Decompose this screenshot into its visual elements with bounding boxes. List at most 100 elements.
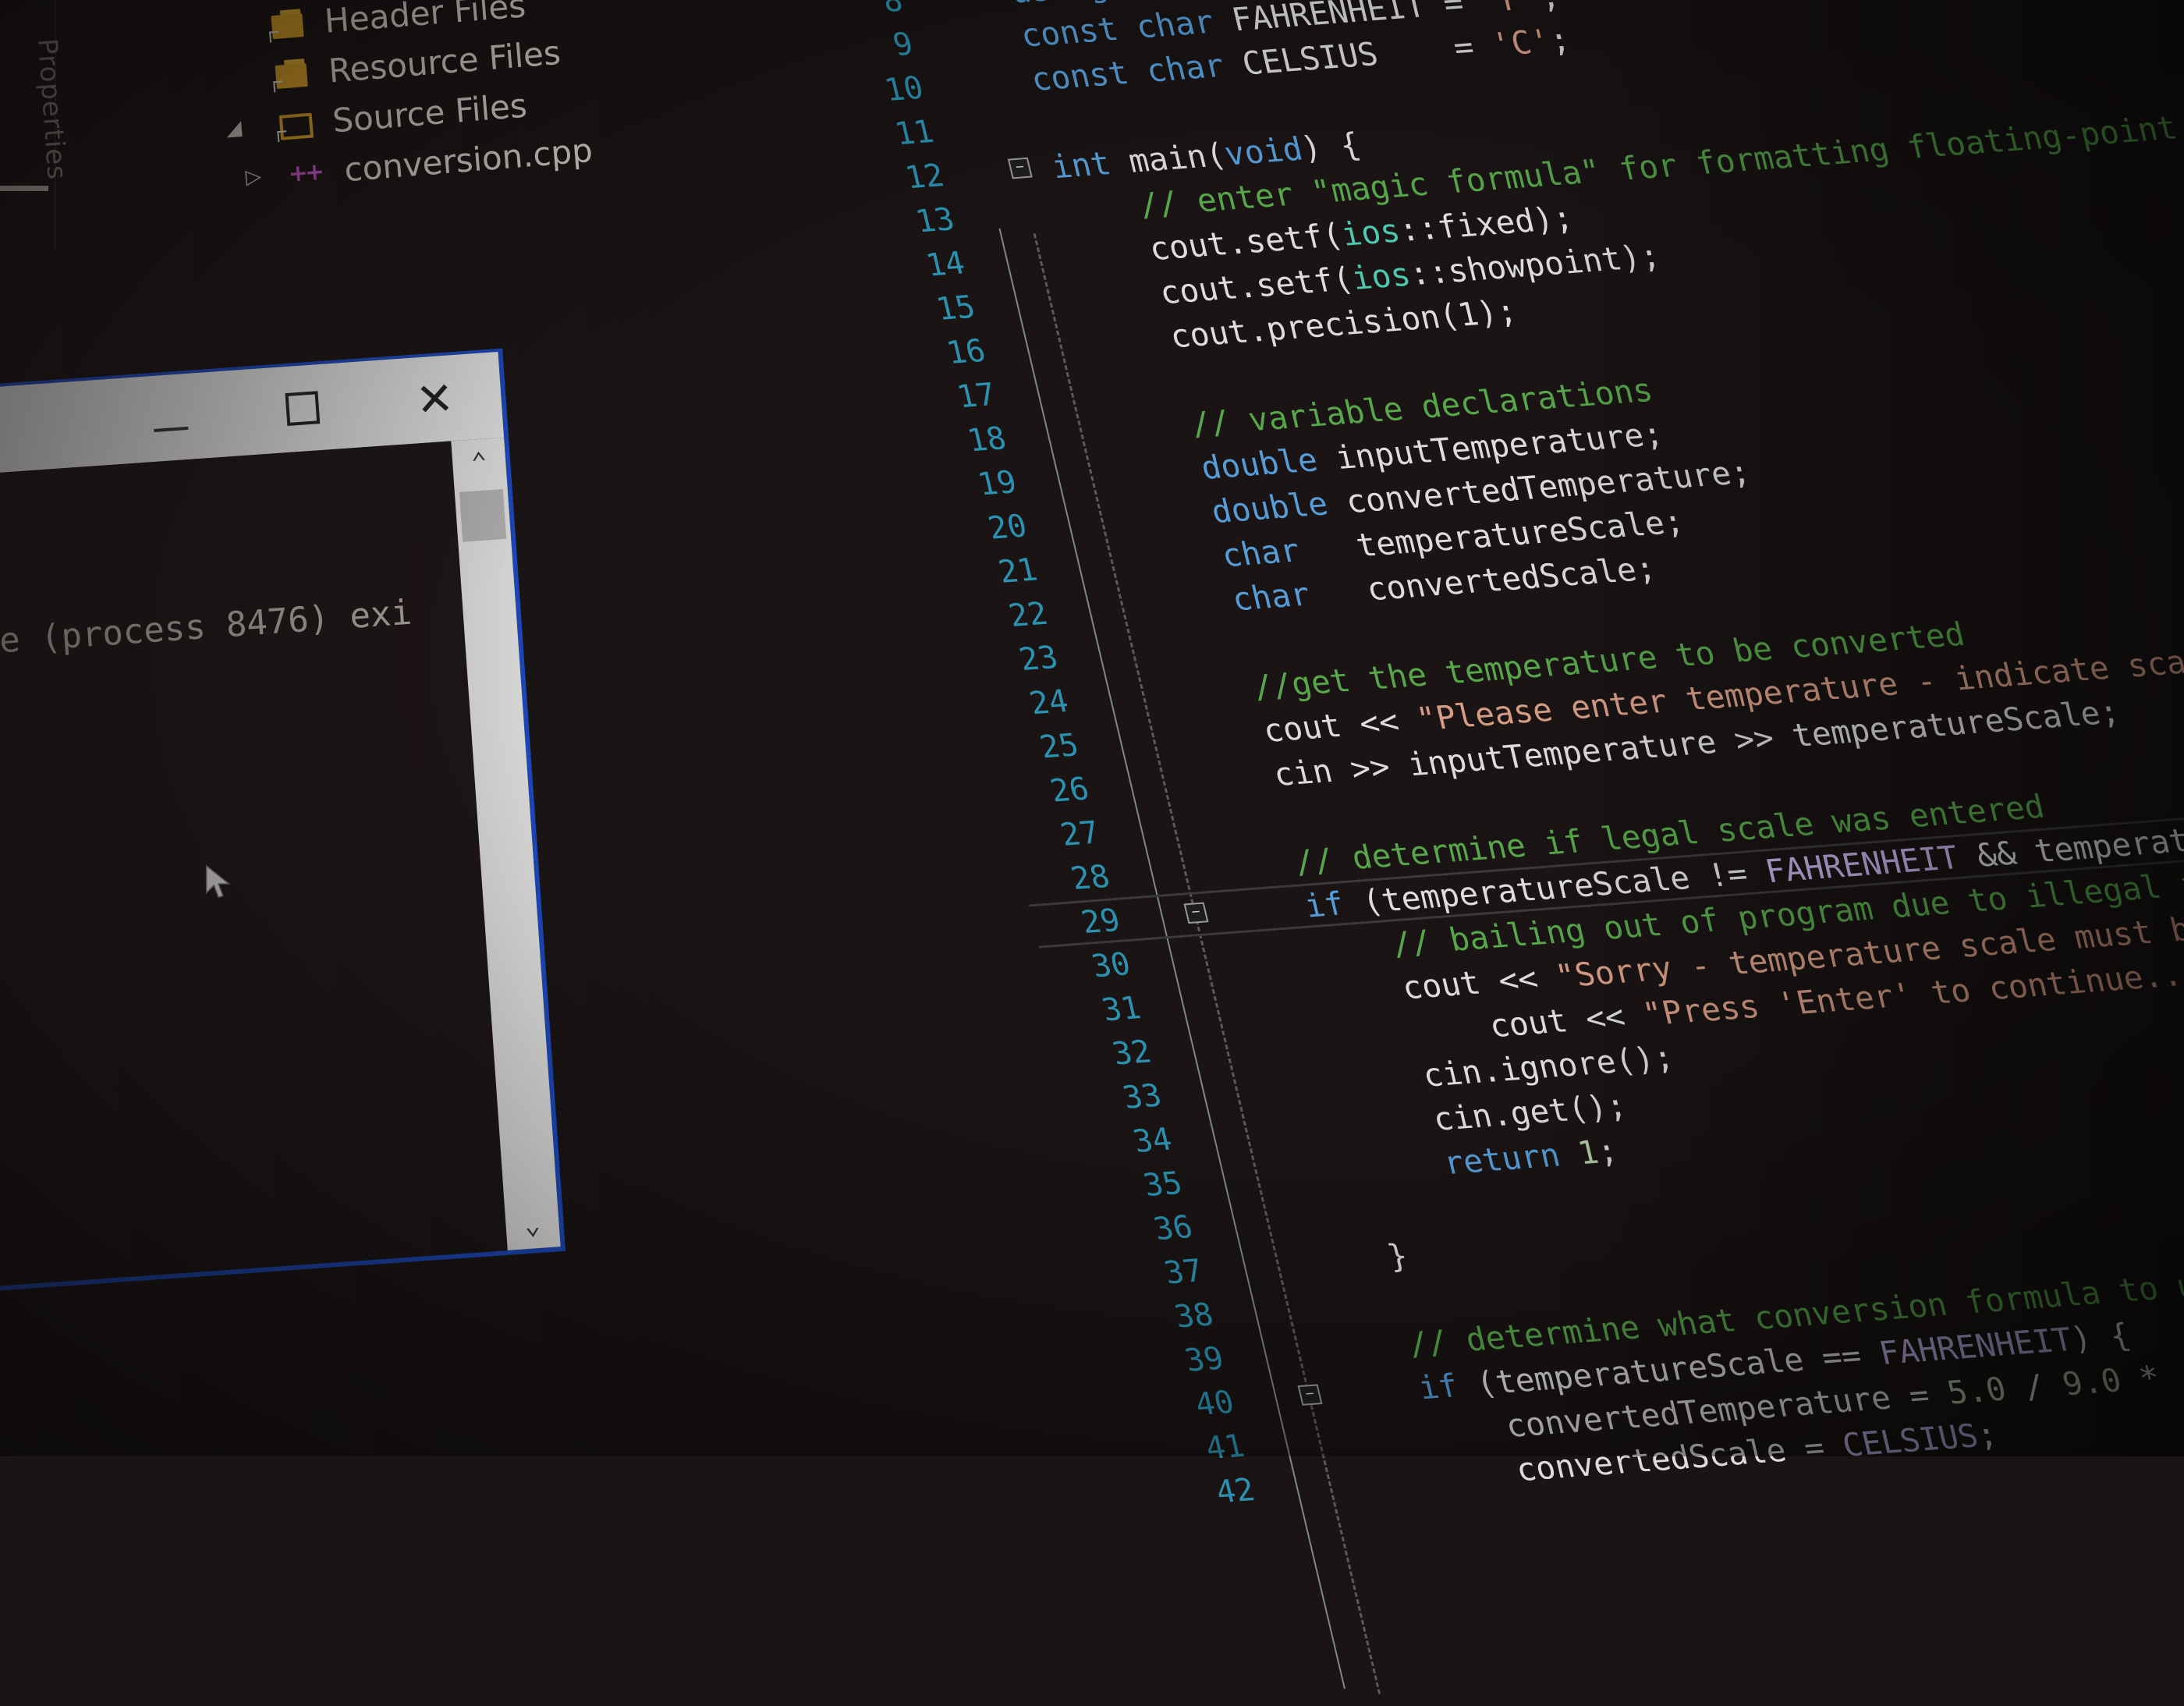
fold-gutter [1135, 715, 1192, 762]
code-token-plain: ) { [1297, 125, 1364, 167]
fold-gutter [1021, 232, 1078, 280]
fold-gutter [1052, 364, 1109, 412]
collapse-arrow-icon[interactable]: ◢ [190, 113, 278, 144]
console-window[interactable]: ✕ xe (process 8476) exi ⌃ ⌄ [0, 348, 566, 1293]
code-token-plain: / [2001, 1365, 2068, 1407]
line-number: 29 [1077, 902, 1124, 941]
code-token-kw: int [1048, 142, 1134, 186]
line-number: 20 [984, 508, 1031, 547]
fold-gutter [1259, 1240, 1316, 1288]
fold-gutter [1145, 758, 1202, 806]
code-token-macro: CELSIUS [1838, 1416, 1982, 1464]
line-number: 14 [922, 245, 969, 284]
line-number: 25 [1036, 726, 1083, 765]
fold-gutter [1011, 189, 1068, 236]
line-number: 19 [973, 463, 1020, 502]
properties-tab-marker [0, 186, 48, 191]
line-number: 38 [1171, 1296, 1217, 1335]
line-number: 33 [1119, 1077, 1165, 1116]
fold-gutter [1042, 321, 1099, 368]
code-token-type: ios [1337, 211, 1404, 254]
fold-gutter [1218, 1065, 1275, 1112]
fold-gutter [1125, 671, 1182, 718]
line-number: 21 [994, 552, 1041, 591]
fold-gutter [990, 101, 1047, 149]
line-number: 31 [1098, 989, 1145, 1028]
line-number: 24 [1026, 683, 1072, 722]
line-number: 10 [881, 69, 927, 108]
line-number: 32 [1108, 1034, 1155, 1073]
maximize-button[interactable] [233, 361, 371, 456]
fold-gutter [1228, 1108, 1285, 1156]
fold-gutter [1115, 627, 1172, 675]
line-number: 16 [943, 332, 989, 371]
close-icon: ✕ [413, 371, 456, 427]
code-token-type: ios [1347, 255, 1414, 297]
console-output: xe (process 8476) exi [0, 441, 508, 1289]
fold-gutter [980, 58, 1037, 105]
collapse-region-icon[interactable]: − [1183, 902, 1209, 924]
line-number: 42 [1212, 1471, 1259, 1510]
code-token-plain: main( [1124, 135, 1230, 180]
code-editor[interactable]: 8using namespace std;9const char FAHRENH… [811, 0, 2184, 1694]
fold-gutter [1062, 408, 1119, 456]
line-number: 37 [1160, 1252, 1207, 1291]
line-number: 12 [902, 157, 948, 196]
fold-gutter: − [1176, 890, 1233, 938]
fold-gutter [1270, 1284, 1327, 1332]
line-number: 28 [1067, 858, 1114, 897]
code-token-plain: } [1306, 1236, 1412, 1281]
folder-open-icon [275, 106, 315, 143]
line-number: 26 [1046, 771, 1093, 810]
folder-icon [271, 57, 311, 93]
fold-gutter: − [1001, 145, 1058, 193]
folder-icon [268, 7, 307, 43]
line-number: 11 [891, 113, 938, 152]
code-text: } [1306, 1236, 1412, 1281]
chevron-down-icon: ⌄ [523, 1208, 542, 1242]
scroll-up-button[interactable]: ⌃ [451, 438, 507, 488]
fold-gutter [1301, 1416, 1358, 1463]
fold-gutter [1187, 934, 1244, 981]
line-number: 9 [889, 26, 916, 63]
line-number: 40 [1191, 1384, 1238, 1423]
fold-gutter [1280, 1328, 1337, 1375]
code-token-kw: void [1220, 129, 1306, 172]
code-token-plain: ) { [2067, 1316, 2134, 1357]
solution-explorer: ▷ External Dependencies Header Files Res… [225, 0, 717, 202]
close-button[interactable]: ✕ [366, 352, 504, 447]
code-token-str: 'F' [1477, 0, 1544, 20]
minimize-icon [154, 426, 189, 432]
expand-arrow-icon[interactable]: ▷ [218, 162, 289, 191]
code-token-num: 5.0 [1943, 1370, 2010, 1411]
code-token-kw: if [1224, 883, 1367, 931]
line-number: 35 [1140, 1165, 1186, 1204]
fold-gutter [1207, 1021, 1264, 1069]
line-number: 15 [932, 289, 979, 328]
fold-gutter [970, 13, 1026, 61]
collapse-region-icon[interactable]: − [1297, 1384, 1323, 1406]
scrollbar-thumb[interactable] [459, 488, 507, 542]
fold-gutter [1197, 977, 1254, 1025]
chevron-up-icon: ⌃ [470, 446, 488, 479]
collapse-region-icon[interactable]: − [1007, 157, 1033, 179]
fold-gutter: − [1290, 1371, 1347, 1419]
line-number: 39 [1181, 1340, 1228, 1379]
code-token-str: 'C' [1487, 22, 1555, 63]
fold-gutter [1104, 583, 1161, 631]
fold-gutter [1239, 1153, 1296, 1201]
minimize-button[interactable] [101, 371, 239, 466]
line-number: 23 [1016, 639, 1062, 678]
line-number: 36 [1150, 1208, 1197, 1247]
fold-gutter [1156, 802, 1213, 849]
cpp-file-icon: ++ [287, 158, 323, 188]
code-token-num: 9.0 [2058, 1361, 2126, 1403]
line-number: 17 [953, 376, 1000, 415]
fold-gutter [1311, 1459, 1368, 1507]
line-number: 18 [963, 420, 1010, 459]
line-number: 27 [1057, 814, 1103, 853]
line-number: 34 [1129, 1121, 1175, 1160]
scroll-down-button[interactable]: ⌄ [505, 1200, 561, 1250]
maximize-icon [285, 391, 321, 427]
fold-gutter [1249, 1197, 1306, 1244]
